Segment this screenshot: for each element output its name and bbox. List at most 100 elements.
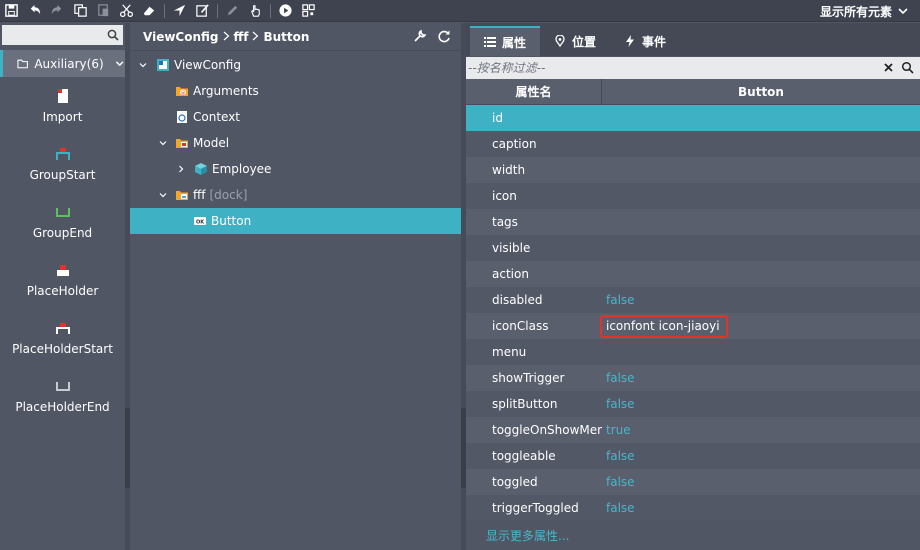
search-icon[interactable] — [901, 61, 914, 74]
palette-item-groupstart[interactable]: GroupStart — [0, 135, 125, 193]
table-row[interactable]: id — [466, 105, 920, 131]
table-row[interactable]: visible — [466, 235, 920, 261]
breadcrumb-item[interactable]: Button — [263, 30, 309, 44]
tree-node-viewconfig[interactable]: ViewConfig — [130, 52, 461, 78]
property-value[interactable]: false — [602, 449, 920, 463]
tree-node-employee[interactable]: Employee — [130, 156, 461, 182]
chevron-down-icon[interactable] — [158, 190, 168, 200]
table-row[interactable]: showTrigger false — [466, 365, 920, 391]
property-value[interactable]: false — [602, 501, 920, 515]
property-grid-header: 属性名 Button — [466, 79, 920, 105]
table-row[interactable]: toggled false — [466, 469, 920, 495]
table-row[interactable]: iconClass iconfont icon-jiaoyi — [466, 313, 920, 339]
save-icon[interactable] — [0, 0, 23, 22]
tab-label: 位置 — [572, 34, 597, 49]
palette-item-groupend[interactable]: GroupEnd — [0, 193, 125, 251]
wrench-icon[interactable] — [413, 29, 427, 43]
redo-icon[interactable] — [46, 0, 69, 22]
property-value[interactable]: iconfont icon-jiaoyi — [600, 314, 728, 338]
hand-pointer-icon[interactable] — [244, 0, 267, 22]
property-filter-input[interactable] — [466, 61, 866, 75]
navigate-icon[interactable] — [168, 0, 191, 22]
clear-icon[interactable] — [883, 62, 894, 73]
tab-label: 属性 — [502, 35, 527, 50]
placeholder-start-icon — [55, 323, 70, 334]
chevron-right-icon[interactable] — [176, 164, 186, 174]
tab-position[interactable]: 位置 — [540, 26, 610, 56]
svg-text:OK: OK — [196, 220, 205, 226]
tab-properties[interactable]: 属性 — [470, 26, 541, 56]
component-palette: Auxiliary(6) Import GroupStart GroupEnd … — [0, 23, 125, 550]
pencil-icon[interactable] — [221, 0, 244, 22]
tab-events[interactable]: 事件 — [610, 26, 680, 56]
table-row[interactable]: splitButton false — [466, 391, 920, 417]
property-name: iconClass — [492, 319, 549, 333]
breadcrumb-item[interactable]: fff — [234, 30, 249, 44]
top-toolbar: 显示所有元素 — [0, 0, 920, 22]
cut-icon[interactable] — [115, 0, 138, 22]
palette-item-placeholder[interactable]: PlaceHolder — [0, 251, 125, 309]
property-name: triggerToggled — [492, 501, 579, 515]
breadcrumb-item[interactable]: ViewConfig — [143, 30, 219, 44]
table-row[interactable]: toggleable false — [466, 443, 920, 469]
tree-node-tag: [dock] — [209, 188, 248, 202]
tree-node-model[interactable]: Model — [130, 130, 461, 156]
tree-node-label: Arguments — [193, 84, 259, 98]
qrcode-icon[interactable] — [297, 0, 320, 22]
tree-node-label: Context — [193, 110, 241, 124]
chevron-down-icon[interactable] — [138, 60, 148, 70]
table-row[interactable]: triggerToggled false — [466, 495, 920, 521]
table-row[interactable]: icon — [466, 183, 920, 209]
property-value[interactable]: true — [602, 423, 920, 437]
palette-item-placeholderend[interactable]: PlaceHolderEnd — [0, 367, 125, 425]
property-name: toggled — [492, 475, 538, 489]
property-name: id — [492, 111, 503, 125]
property-name: disabled — [492, 293, 543, 307]
column-header-name: 属性名 — [466, 79, 602, 104]
show-more-properties-link[interactable]: 显示更多属性... — [466, 521, 920, 549]
property-value[interactable]: false — [602, 397, 920, 411]
property-name: width — [492, 163, 526, 177]
play-icon[interactable] — [274, 0, 297, 22]
undo-icon[interactable] — [23, 0, 46, 22]
chevron-down-icon[interactable] — [158, 138, 168, 148]
table-row[interactable]: menu — [466, 339, 920, 365]
search-icon[interactable] — [107, 29, 119, 41]
tree-node-arguments[interactable]: @ Arguments — [130, 78, 461, 104]
column-header-value: Button — [738, 84, 784, 99]
tree-node-label: Model — [193, 136, 230, 150]
chevron-right-icon — [252, 30, 259, 44]
palette-search-input[interactable] — [2, 25, 123, 45]
table-row[interactable]: action — [466, 261, 920, 287]
property-value[interactable]: false — [602, 293, 920, 307]
table-row[interactable]: disabled false — [466, 287, 920, 313]
table-row[interactable]: caption — [466, 131, 920, 157]
paste-icon[interactable] — [92, 0, 115, 22]
property-name: icon — [492, 189, 517, 203]
tree-node-context[interactable]: Context — [130, 104, 461, 130]
group-end-icon — [55, 208, 70, 217]
refresh-icon[interactable] — [437, 29, 451, 43]
table-row[interactable]: tags — [466, 209, 920, 235]
tab-label: 事件 — [642, 34, 667, 49]
property-value[interactable]: false — [602, 475, 920, 489]
table-row[interactable]: width — [466, 157, 920, 183]
property-value[interactable]: false — [602, 371, 920, 385]
placeholder-end-icon — [55, 382, 70, 391]
eraser-icon[interactable] — [138, 0, 161, 22]
copy-icon[interactable] — [69, 0, 92, 22]
palette-category-label: Auxiliary(6) — [34, 56, 104, 71]
show-all-elements-toggle[interactable]: 显示所有元素 — [820, 0, 908, 22]
tree-node-fff[interactable]: fff [dock] — [130, 182, 461, 208]
table-row[interactable]: toggleOnShowMen true — [466, 417, 920, 443]
palette-item-label: PlaceHolderEnd — [15, 400, 110, 414]
tree-node-label: fff — [193, 188, 206, 202]
palette-item-label: Import — [42, 110, 83, 124]
entity-cube-icon — [195, 163, 207, 175]
property-name: action — [492, 267, 529, 281]
palette-category-dropdown[interactable]: Auxiliary(6) — [0, 50, 125, 77]
tree-node-button[interactable]: OK Button — [130, 208, 461, 234]
edit-icon[interactable] — [191, 0, 214, 22]
palette-item-placeholderstart[interactable]: PlaceHolderStart — [0, 309, 125, 367]
palette-item-import[interactable]: Import — [0, 77, 125, 135]
